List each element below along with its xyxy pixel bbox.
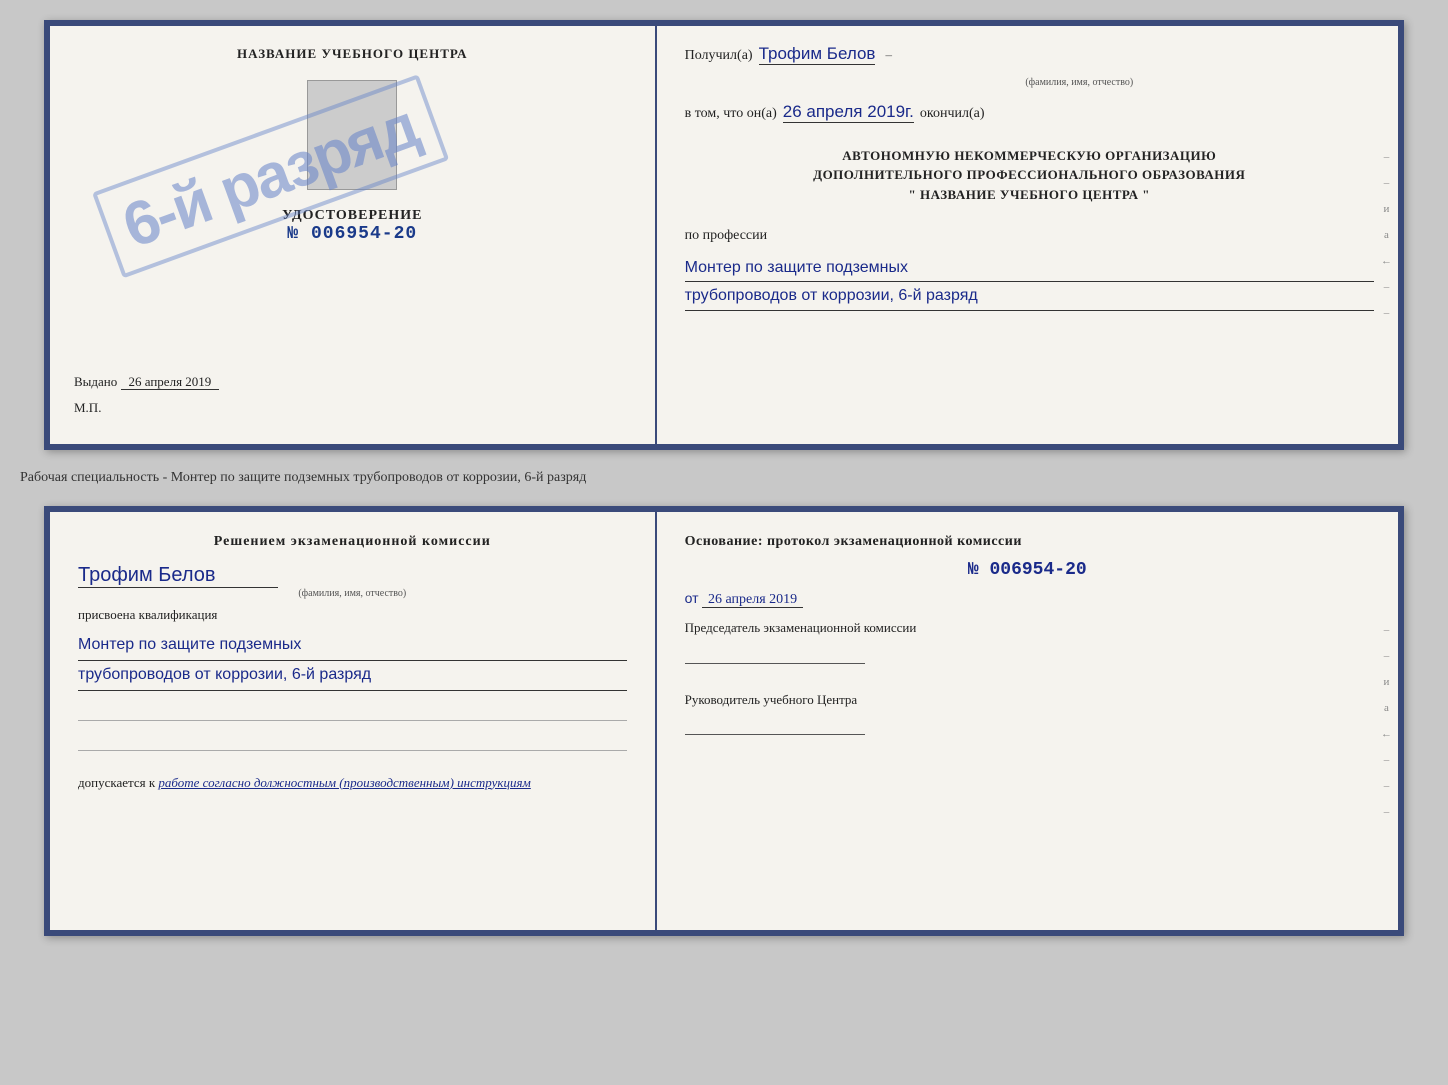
m7: – — [1384, 307, 1390, 319]
top-left-title: НАЗВАНИЕ УЧЕБНОГО ЦЕНТРА — [237, 46, 468, 62]
predsedatel-label: Председатель экзаменационной комиссии — [685, 618, 1370, 638]
specialty-text: Рабочая специальность - Монтер по защите… — [20, 466, 586, 490]
vydano-line: Выдано 26 апреля 2019 — [74, 374, 631, 390]
bm7: – — [1384, 780, 1390, 792]
rukov-label: Руководитель учебного Центра — [685, 690, 1370, 710]
top-cert-left: НАЗВАНИЕ УЧЕБНОГО ЦЕНТРА УДОСТОВЕРЕНИЕ №… — [50, 26, 657, 444]
ot-label: от — [685, 590, 699, 606]
vydano-date: 26 апреля 2019 — [121, 374, 220, 390]
udost-label: УДОСТОВЕРЕНИЕ — [282, 208, 422, 224]
top-certificate: НАЗВАНИЕ УЧЕБНОГО ЦЕНТРА УДОСТОВЕРЕНИЕ №… — [44, 20, 1404, 450]
bot-cert-right: Основание: протокол экзаменационной коми… — [657, 512, 1398, 930]
fio-label-top: (фамилия, имя, отчество) — [785, 77, 1374, 88]
prof-line1-top: Монтер по защите подземных — [685, 254, 1374, 282]
predsedatel-block: Председатель экзаменационной комиссии — [685, 618, 1370, 664]
top-cert-right: Получил(a) Трофим Белов – (фамилия, имя,… — [657, 26, 1398, 444]
org-line2: ДОПОЛНИТЕЛЬНОГО ПРОФЕССИОНАЛЬНОГО ОБРАЗО… — [685, 165, 1374, 185]
ot-date: 26 апреля 2019 — [702, 592, 803, 608]
m3: и — [1384, 203, 1390, 215]
bot-prof-line1: Монтер по защите подземных — [78, 631, 627, 661]
bot-date-block: от 26 апреля 2019 — [685, 590, 1370, 608]
org-block: АВТОНОМНУЮ НЕКОММЕРЧЕСКУЮ ОРГАНИЗАЦИЮ ДО… — [685, 146, 1374, 205]
vydano-label: Выдано — [74, 374, 117, 389]
rukov-block: Руководитель учебного Центра — [685, 690, 1370, 736]
dopusk-block: допускается к работе согласно должностны… — [78, 775, 627, 791]
m4: а — [1384, 229, 1389, 241]
udost-block: УДОСТОВЕРЕНИЕ № 006954-20 — [282, 208, 422, 244]
bm2: – — [1384, 650, 1390, 662]
bm4: а — [1384, 702, 1389, 714]
osnov-label: Основание: протокол экзаменационной коми… — [685, 534, 1370, 550]
date-val: 26 апреля 2019г. — [783, 102, 914, 123]
m5: ← — [1381, 255, 1392, 267]
bm1: – — [1384, 624, 1390, 636]
v-tom-label: в том, что он(a) — [685, 103, 777, 125]
bot-num-val: № 006954-20 — [685, 560, 1370, 580]
dopusk-hw: работе согласно должностным (производств… — [158, 775, 530, 790]
mp-line: М.П. — [74, 400, 631, 416]
bm5: ← — [1381, 728, 1392, 740]
m2: – — [1384, 177, 1390, 189]
bot-prof-line2: трубопроводов от коррозии, 6-й разряд — [78, 661, 627, 691]
right-margin-top: – – и а ← – – — [1381, 26, 1392, 444]
poluchil-name: Трофим Белов — [759, 44, 876, 65]
po-professii: по профессии — [685, 228, 1374, 244]
org-name: " НАЗВАНИЕ УЧЕБНОГО ЦЕНТРА " — [685, 185, 1374, 205]
bm6: – — [1384, 754, 1390, 766]
prof-line2-top: трубопроводов от коррозии, 6-й разряд — [685, 282, 1374, 310]
predsedatel-sign-line — [685, 642, 865, 664]
udost-num: № 006954-20 — [282, 224, 422, 244]
dopusk-label: допускается к — [78, 775, 155, 790]
prisvoena-label: присвоена квалификация — [78, 607, 627, 623]
m1: – — [1384, 151, 1390, 163]
poluchil-label: Получил(a) — [685, 45, 753, 67]
photo-placeholder — [307, 80, 397, 190]
bm8: – — [1384, 806, 1390, 818]
right-margin-bot: – – и а ← – – – — [1381, 512, 1392, 930]
rukov-sign-line — [685, 713, 865, 735]
bot-cert-left: Решением экзаменационной комиссии Трофим… — [50, 512, 657, 930]
bottom-certificate: Решением экзаменационной комиссии Трофим… — [44, 506, 1404, 936]
m6: – — [1384, 281, 1390, 293]
bm3: и — [1384, 676, 1390, 688]
okonchil-label: окончил(а) — [920, 103, 985, 125]
bot-name-hw: Трофим Белов — [78, 564, 278, 588]
org-line1: АВТОНОМНУЮ НЕКОММЕРЧЕСКУЮ ОРГАНИЗАЦИЮ — [685, 146, 1374, 166]
resheniem-label: Решением экзаменационной комиссии — [78, 534, 627, 550]
bot-fio-label: (фамилия, имя, отчество) — [78, 588, 627, 599]
